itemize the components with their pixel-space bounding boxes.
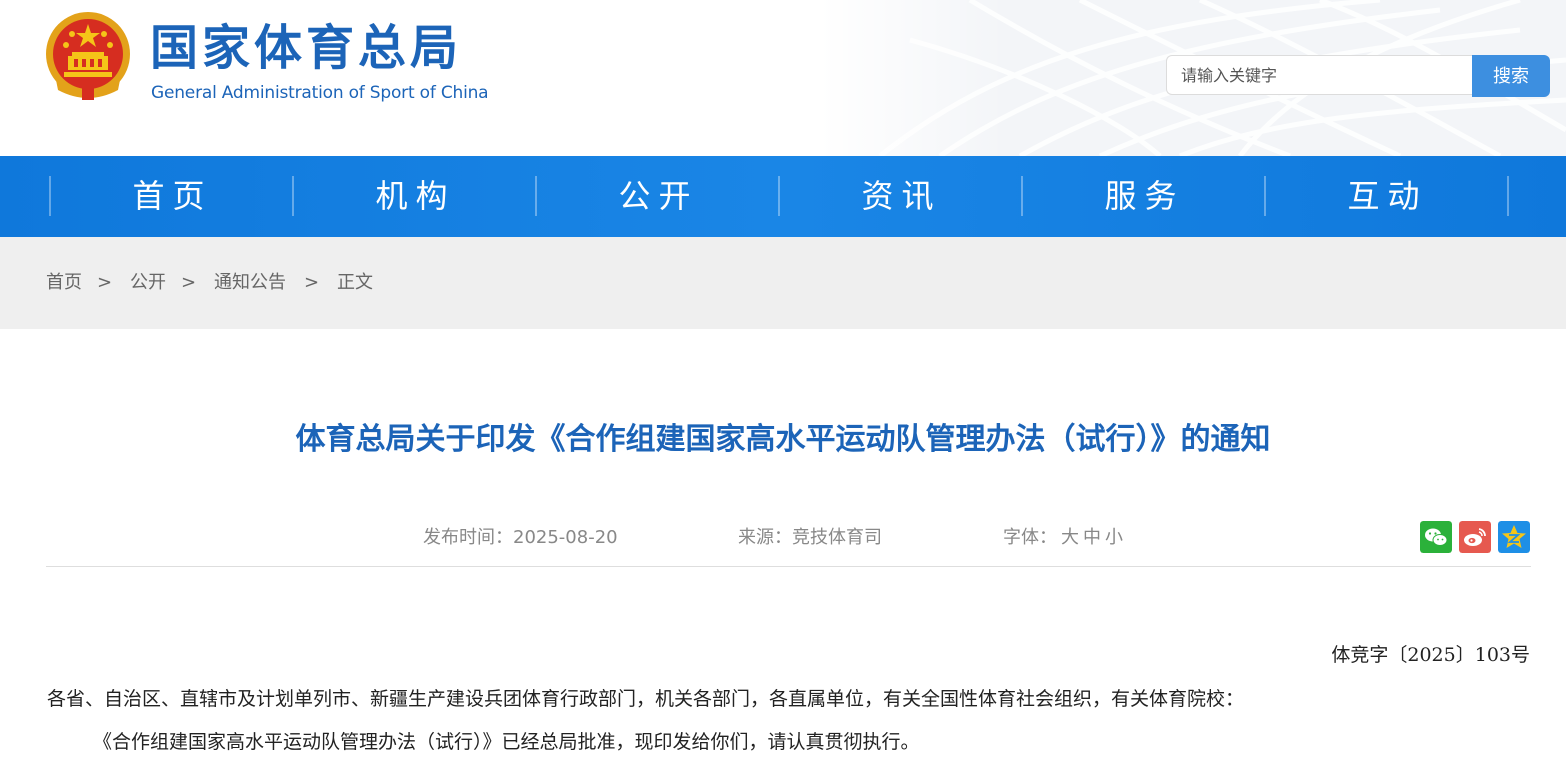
meta-divider [46,566,1531,567]
font-size-control: 字体：大中小 [1003,522,1123,554]
qzone-icon[interactable] [1498,521,1530,553]
breadcrumb-notices[interactable]: 通知公告 [214,237,286,329]
site-title-english: General Administration of Sport of China [151,83,489,103]
nav-item-public[interactable]: 公开 [537,156,780,237]
search-input[interactable] [1166,55,1472,95]
publish-time-label: 发布时间： [423,527,513,548]
nav-item-services[interactable]: 服务 [1023,156,1266,237]
nav-item-interaction[interactable]: 互动 [1266,156,1509,237]
nav-item-news[interactable]: 资讯 [780,156,1023,237]
article-source: 来源：竞技体育司 [738,522,882,554]
publish-time: 发布时间：2025-08-20 [423,522,618,554]
weibo-icon[interactable] [1459,521,1491,553]
font-size-medium[interactable]: 中 [1083,527,1101,548]
font-size-label: 字体： [1003,527,1057,548]
document-number: 体竞字〔2025〕103号 [1331,644,1530,666]
site-title-chinese: 国家体育总局 [150,20,463,76]
main-nav: 首页 机构 公开 资讯 服务 互动 [0,156,1566,237]
publish-time-value: 2025-08-20 [513,527,618,548]
search-button[interactable]: 搜索 [1472,55,1550,97]
source-label: 来源： [738,527,792,548]
breadcrumb-current: 正文 [337,272,373,293]
wechat-icon[interactable] [1420,521,1452,553]
font-size-small[interactable]: 小 [1105,527,1123,548]
article-title: 体育总局关于印发《合作组建国家高水平运动队管理办法（试行）》的通知 [295,422,1271,457]
national-emblem-logo [46,12,130,100]
article-paragraph: 各省、自治区、直辖市及计划单列市、新疆生产建设兵团体育行政部门，机关各部门，各直… [47,688,1245,710]
source-value: 竞技体育司 [792,527,882,548]
breadcrumb-separator: > [181,272,197,293]
site-header: 国家体育总局 General Administration of Sport o… [0,0,1566,156]
breadcrumb-public[interactable]: 公开 [130,237,166,329]
breadcrumb-home[interactable]: 首页 [46,237,82,329]
font-size-large[interactable]: 大 [1061,527,1079,548]
breadcrumb-separator: > [304,272,320,293]
nav-item-home[interactable]: 首页 [51,156,294,237]
nav-item-organization[interactable]: 机构 [294,156,537,237]
breadcrumb: 首页 > 公开 > 通知公告 > 正文 [0,237,1566,329]
nav-separator [1507,176,1509,216]
breadcrumb-separator: > [97,272,113,293]
